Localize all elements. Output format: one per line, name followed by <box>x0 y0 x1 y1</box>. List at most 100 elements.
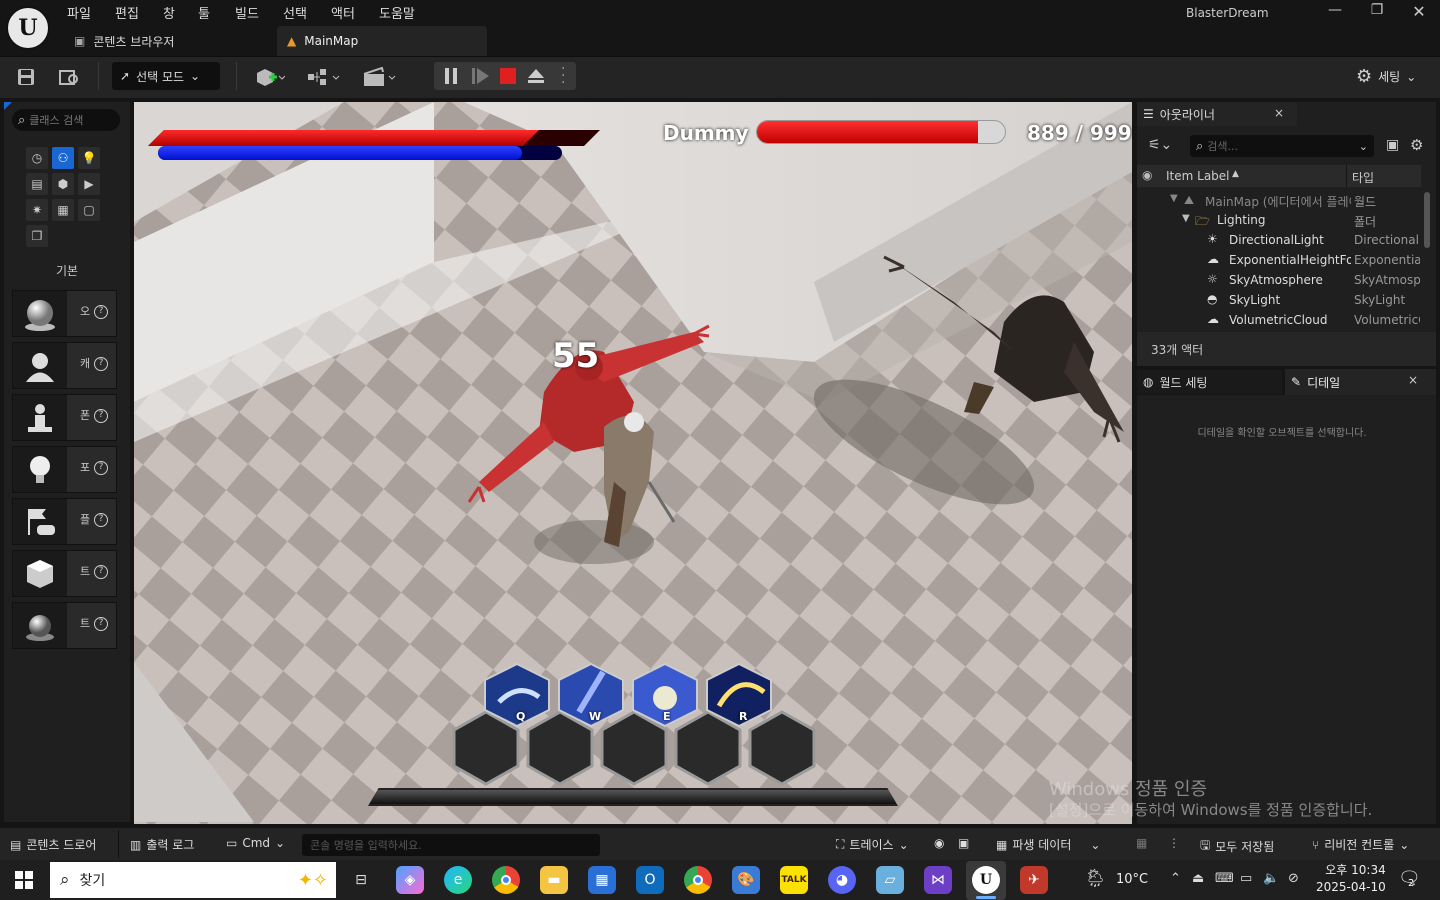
outliner-search-input[interactable]: ⌕ 검색... ⌄ <box>1190 135 1374 157</box>
ime-icon[interactable]: ⌨ <box>1215 871 1234 886</box>
class-search-input[interactable]: ⌕ 클래스 검색 <box>12 109 120 131</box>
eye-icon[interactable]: ◉ <box>1142 168 1152 182</box>
chevron-up-icon[interactable]: ⌃ <box>1170 871 1181 886</box>
store-icon[interactable]: ▦ <box>588 866 616 894</box>
tab-world-settings[interactable]: ◍ 월드 세팅 <box>1137 370 1282 394</box>
basic-category-icon[interactable]: ⚇ <box>52 147 74 169</box>
kakaotalk-icon[interactable]: TALK <box>780 866 808 894</box>
more-options-icon[interactable]: ⋮ <box>1168 836 1180 850</box>
weather-icon[interactable]: 🌦 <box>1084 868 1107 889</box>
close-icon[interactable]: × <box>1408 373 1418 387</box>
outliner-row-directional-light[interactable]: ☀ DirectionalLight DirectionalLight <box>1137 230 1421 250</box>
menu-tools[interactable]: 툴 <box>198 3 210 22</box>
windows-start-icon[interactable] <box>15 871 33 892</box>
outliner-row-lighting[interactable]: ▼ 🗁 Lighting 폴더 <box>1137 210 1421 230</box>
outliner-scrollbar[interactable] <box>1424 192 1430 248</box>
copilot-icon[interactable]: ◈ <box>396 866 424 894</box>
step-frame-icon[interactable] <box>472 68 490 87</box>
unreal-logo-icon[interactable]: U <box>6 6 50 50</box>
cinematics-icon[interactable] <box>360 64 400 90</box>
screenshot-icon[interactable]: ▣ <box>958 836 969 850</box>
taskbar-search-box[interactable]: ⌕ 찾기 ✦✧ <box>50 862 336 898</box>
menu-window[interactable]: 창 <box>163 3 175 22</box>
help-icon[interactable]: ? <box>94 617 108 631</box>
blueprint-icon[interactable] <box>305 64 345 90</box>
chrome-icon[interactable] <box>492 866 520 894</box>
menu-select[interactable]: 선택 <box>283 3 307 22</box>
close-icon[interactable]: × <box>1274 106 1284 120</box>
outliner-row-height-fog[interactable]: ☁ ExponentialHeightFog ExponentialHeight… <box>1137 250 1421 270</box>
save-all-button[interactable]: 🖫 모두 저장됨 <box>1200 836 1274 857</box>
help-icon[interactable]: ? <box>94 565 108 579</box>
trace-dropdown[interactable]: ⛶ 트레이스 ⌄ <box>836 836 909 853</box>
add-actor-icon[interactable] <box>252 64 288 90</box>
notes-icon[interactable]: ▱ <box>876 866 904 894</box>
task-view-icon[interactable]: ⊟ <box>347 866 375 894</box>
help-icon[interactable]: ? <box>94 305 108 319</box>
edge-icon[interactable]: e <box>444 866 472 894</box>
game-app-icon[interactable]: ✈ <box>1020 866 1048 894</box>
outliner-row-sky-light[interactable]: ◓ SkyLight SkyLight <box>1137 290 1421 310</box>
help-icon[interactable]: ? <box>94 461 108 475</box>
content-drawer-button[interactable]: ▤ 콘텐츠 드로어 <box>10 836 96 853</box>
browse-content-icon[interactable] <box>56 64 82 90</box>
help-icon[interactable]: ? <box>94 357 108 371</box>
eject-icon[interactable] <box>527 68 545 87</box>
save-icon[interactable] <box>13 64 39 90</box>
system-clock[interactable]: 오후 10:34 2025-04-10 <box>1316 862 1386 896</box>
revision-control-dropdown[interactable]: ⑂ 리비전 컨트롤 ⌄ <box>1312 836 1409 853</box>
actor-item-pawn[interactable]: 폰 ? <box>12 394 117 441</box>
menu-help[interactable]: 도움말 <box>379 3 415 22</box>
column-type[interactable]: 타입 <box>1352 169 1374 186</box>
column-item-label[interactable]: Item Label <box>1166 169 1230 183</box>
do-not-disturb-icon[interactable]: ⊘ <box>1288 871 1299 886</box>
actor-item-point-light[interactable]: 포 ? <box>12 446 117 493</box>
usb-icon[interactable]: ⏏ <box>1192 871 1204 886</box>
record-icon[interactable]: ◉ <box>934 836 944 850</box>
help-icon[interactable]: ? <box>94 409 108 423</box>
actor-item-trigger-box[interactable]: 트 ? <box>12 550 117 597</box>
minimize-button[interactable]: — <box>1315 2 1355 24</box>
geometry-icon[interactable]: ▶ <box>78 173 100 195</box>
file-explorer-icon[interactable]: ▬ <box>540 866 568 894</box>
menu-actor[interactable]: 액터 <box>331 3 355 22</box>
output-log-button[interactable]: ▥ 출력 로그 <box>130 836 194 853</box>
sparkles-icon[interactable]: ✷ <box>26 199 48 221</box>
network-icon[interactable]: ▭ <box>1240 871 1252 886</box>
outliner-row-mainmap[interactable]: ▼ ⛰ MainMap (에디터에서 플레이) 월드 <box>1137 190 1421 210</box>
settings-button[interactable]: ⚙ 세팅 ⌄ <box>1356 66 1416 87</box>
pause-icon[interactable] <box>444 68 460 87</box>
help-icon[interactable]: ? <box>94 513 108 527</box>
cmd-dropdown[interactable]: ▭ Cmd ⌄ <box>226 836 285 850</box>
outliner-row-volumetric-cloud[interactable]: ☁ VolumetricCloud VolumetricCloud <box>1137 310 1421 330</box>
menu-edit[interactable]: 편집 <box>115 3 139 22</box>
light-bulb-icon[interactable]: 💡 <box>78 147 100 169</box>
discord-icon[interactable]: ◕ <box>828 866 856 894</box>
more-options-icon[interactable]: · · · <box>561 62 565 90</box>
visual-studio-icon[interactable]: ⋈ <box>924 866 952 894</box>
tab-main-map[interactable]: ▲ MainMap <box>277 26 487 56</box>
paint-icon[interactable]: 🎨 <box>732 866 760 894</box>
tab-content-browser[interactable]: ▣ 콘텐츠 브라우저 <box>70 28 270 54</box>
source-control-status-icon[interactable]: ▦ <box>1136 836 1147 850</box>
level-viewport[interactable]: Dummy 889 / 999 55 Q W E R <box>134 102 1132 824</box>
derived-data-dropdown[interactable]: ▦ 파생 데이터 ⌄ <box>996 836 1100 853</box>
volume-icon[interactable]: 🔈 <box>1263 871 1279 886</box>
outliner-tab[interactable]: ☰ 아웃라이너 <box>1137 102 1297 126</box>
close-button[interactable]: ✕ <box>1399 2 1439 24</box>
recent-icon[interactable]: ◷ <box>26 147 48 169</box>
outliner-row-sky-atmosphere[interactable]: ☼ SkyAtmosphere SkyAtmosphere <box>1137 270 1421 290</box>
menu-file[interactable]: 파일 <box>67 3 91 22</box>
actor-item-trigger-sphere[interactable]: 트 ? <box>12 602 117 649</box>
cinematic-icon[interactable]: ▤ <box>26 173 48 195</box>
add-folder-icon[interactable]: ▣ <box>1386 137 1399 153</box>
shapes-icon[interactable]: ❐ <box>26 225 48 247</box>
visual-effects-icon[interactable]: ⬢ <box>52 173 74 195</box>
stop-icon[interactable] <box>500 68 516 87</box>
maximize-button[interactable]: ❐ <box>1357 2 1397 24</box>
unreal-engine-icon[interactable]: U <box>972 866 1000 894</box>
console-command-input[interactable]: 콘솔 명령을 입력하세요. <box>302 834 600 856</box>
menu-build[interactable]: 빌드 <box>235 3 259 22</box>
outlook-icon[interactable]: O <box>636 866 664 894</box>
gear-icon[interactable]: ⚙ <box>1410 136 1423 154</box>
